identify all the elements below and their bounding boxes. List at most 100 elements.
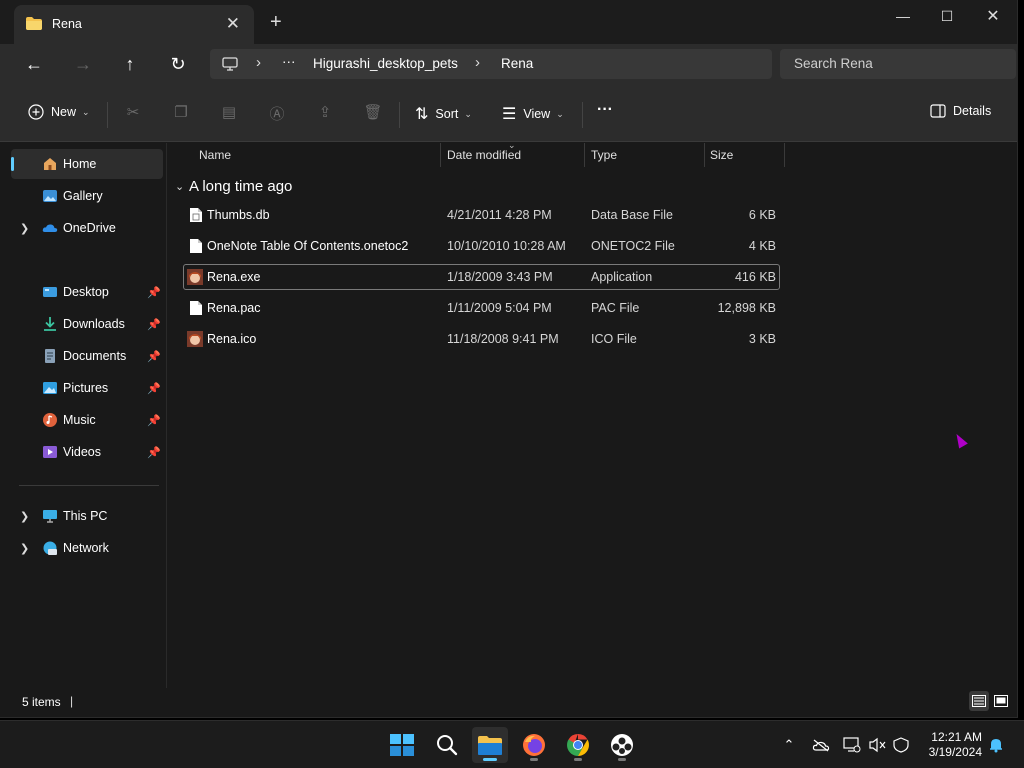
volume-tray-icon[interactable] (869, 736, 887, 754)
view-button[interactable]: ☰ View ⌄ (502, 104, 564, 124)
show-hidden-icons-button[interactable]: ⌃ (780, 736, 798, 754)
file-size: 3 KB (748, 332, 776, 346)
column-header-name[interactable]: Name (199, 143, 231, 167)
chevron-right-icon[interactable]: ❯ (20, 222, 29, 235)
more-options-button[interactable]: ··· (597, 101, 613, 119)
sidebar-item-gallery[interactable]: Gallery (11, 181, 163, 211)
pin-icon[interactable]: 📌 (147, 286, 161, 299)
column-divider[interactable] (704, 143, 705, 167)
rename-icon: Ⓐ (269, 106, 285, 123)
sidebar-item-pictures[interactable]: Pictures 📌 (11, 373, 163, 403)
taskbar-desktop-pet[interactable] (604, 727, 640, 763)
taskbar: ⌃ 12:21 AM 3/19/2024 (0, 720, 1024, 768)
sidebar-item-videos[interactable]: Videos 📌 (11, 437, 163, 467)
column-label: Size (710, 148, 734, 162)
column-divider[interactable] (784, 143, 785, 167)
details-pane-button[interactable]: Details (930, 104, 991, 118)
address-bar[interactable]: › ··· Higurashi_desktop_pets › Rena (210, 49, 772, 79)
home-icon (44, 158, 56, 170)
running-indicator (618, 758, 626, 761)
pin-icon[interactable]: 📌 (147, 318, 161, 331)
sort-indicator-icon: ⌄ (508, 140, 516, 150)
share-button[interactable]: ⇪ (314, 103, 336, 125)
up-button[interactable]: ↑ (116, 52, 144, 76)
close-window-button[interactable]: ✕ (970, 4, 1016, 28)
taskbar-search-button[interactable] (429, 727, 465, 763)
folder-icon (26, 17, 42, 30)
search-box[interactable]: Search Rena (780, 49, 1016, 79)
copy-button[interactable]: ❐ (170, 103, 192, 125)
sidebar-item-network[interactable]: ❯ Network (11, 533, 163, 563)
pin-icon[interactable]: 📌 (147, 414, 161, 427)
maximize-button[interactable]: ☐ (924, 4, 970, 28)
sidebar-item-music[interactable]: Music 📌 (11, 405, 163, 435)
refresh-button[interactable]: ↻ (164, 52, 192, 76)
column-header-type[interactable]: Type (591, 143, 617, 167)
minimize-button[interactable]: — (880, 4, 926, 28)
column-divider[interactable] (440, 143, 441, 167)
chevron-right-icon[interactable]: ❯ (20, 542, 29, 555)
column-divider[interactable] (584, 143, 585, 167)
sidebar-item-label: Gallery (63, 189, 103, 203)
start-button[interactable] (384, 727, 420, 763)
sort-button[interactable]: ⇅ Sort ⌄ (415, 104, 472, 124)
back-button[interactable]: ← (20, 52, 48, 76)
new-tab-button[interactable]: + (270, 12, 282, 32)
plus-circle-icon (28, 104, 44, 120)
file-type: ONETOC2 File (591, 239, 675, 253)
table-row[interactable]: OneNote Table Of Contents.onetoc2 10/10/… (183, 233, 780, 259)
music-icon (43, 413, 57, 427)
rename-button[interactable]: Ⓐ (266, 103, 288, 125)
taskbar-file-explorer[interactable] (472, 727, 508, 763)
taskbar-firefox[interactable] (516, 727, 552, 763)
new-button[interactable]: New ⌄ (28, 104, 90, 120)
breadcrumb-separator-icon: › (256, 54, 261, 71)
computer-icon (222, 57, 238, 71)
close-tab-icon[interactable]: ✕ (226, 14, 240, 34)
table-row[interactable]: Rena.pac 1/11/2009 5:04 PM PAC File 12,8… (183, 295, 780, 321)
file-size: 4 KB (748, 239, 776, 253)
search-input[interactable]: Search Rena (794, 56, 873, 71)
table-row[interactable]: Thumbs.db 4/21/2011 4:28 PM Data Base Fi… (183, 202, 780, 228)
notifications-button[interactable] (987, 736, 1005, 754)
sidebar-item-downloads[interactable]: Downloads 📌 (11, 309, 163, 339)
details-view-button[interactable] (969, 691, 989, 711)
breadcrumb-rena[interactable]: Rena (501, 56, 533, 71)
table-row[interactable]: Rena.ico 11/18/2008 9:41 PM ICO File 3 K… (183, 326, 780, 352)
cut-button[interactable]: ✂ (122, 103, 144, 125)
sidebar-divider (19, 485, 159, 486)
taskbar-chrome[interactable] (560, 727, 596, 763)
sidebar-item-home[interactable]: Home (11, 149, 163, 179)
toolbar-divider (107, 102, 108, 128)
paste-button[interactable]: ▤ (218, 103, 240, 125)
security-tray-icon[interactable] (892, 736, 910, 754)
table-row[interactable]: Rena.exe 1/18/2009 3:43 PM Application 4… (183, 264, 780, 290)
network-tray-icon[interactable] (843, 736, 861, 754)
chevron-down-icon[interactable]: ⌄ (175, 180, 184, 193)
group-header[interactable]: A long time ago (189, 178, 292, 195)
pin-icon[interactable]: 📌 (147, 446, 161, 459)
sidebar-item-onedrive[interactable]: ❯ OneDrive (11, 213, 163, 243)
chevron-right-icon[interactable]: ❯ (20, 510, 29, 523)
pin-icon[interactable]: 📌 (147, 382, 161, 395)
sidebar-item-desktop[interactable]: Desktop 📌 (11, 277, 163, 307)
arrow-left-icon: ← (25, 53, 43, 74)
file-name: OneNote Table Of Contents.onetoc2 (207, 239, 409, 253)
videos-icon (43, 446, 57, 458)
clock[interactable]: 12:21 AM 3/19/2024 (920, 730, 982, 760)
column-header-size[interactable]: Size (710, 143, 733, 167)
tiles-view-button[interactable] (991, 691, 1011, 711)
delete-button[interactable]: 🗑 (362, 103, 384, 125)
file-name: Rena.exe (207, 270, 261, 284)
running-indicator (483, 758, 497, 761)
running-indicator (574, 758, 582, 761)
breadcrumb-overflow-button[interactable]: ··· (282, 54, 296, 69)
sidebar-item-this-pc[interactable]: ❯ This PC (11, 501, 163, 531)
tab-rena[interactable]: Rena ✕ (14, 5, 254, 44)
sidebar-item-label: Videos (63, 445, 101, 459)
breadcrumb-higurashi[interactable]: Higurashi_desktop_pets (313, 56, 458, 71)
onedrive-tray-icon[interactable] (812, 736, 830, 754)
forward-button[interactable]: → (69, 52, 97, 76)
sidebar-item-documents[interactable]: Documents 📌 (11, 341, 163, 371)
pin-icon[interactable]: 📌 (147, 350, 161, 363)
